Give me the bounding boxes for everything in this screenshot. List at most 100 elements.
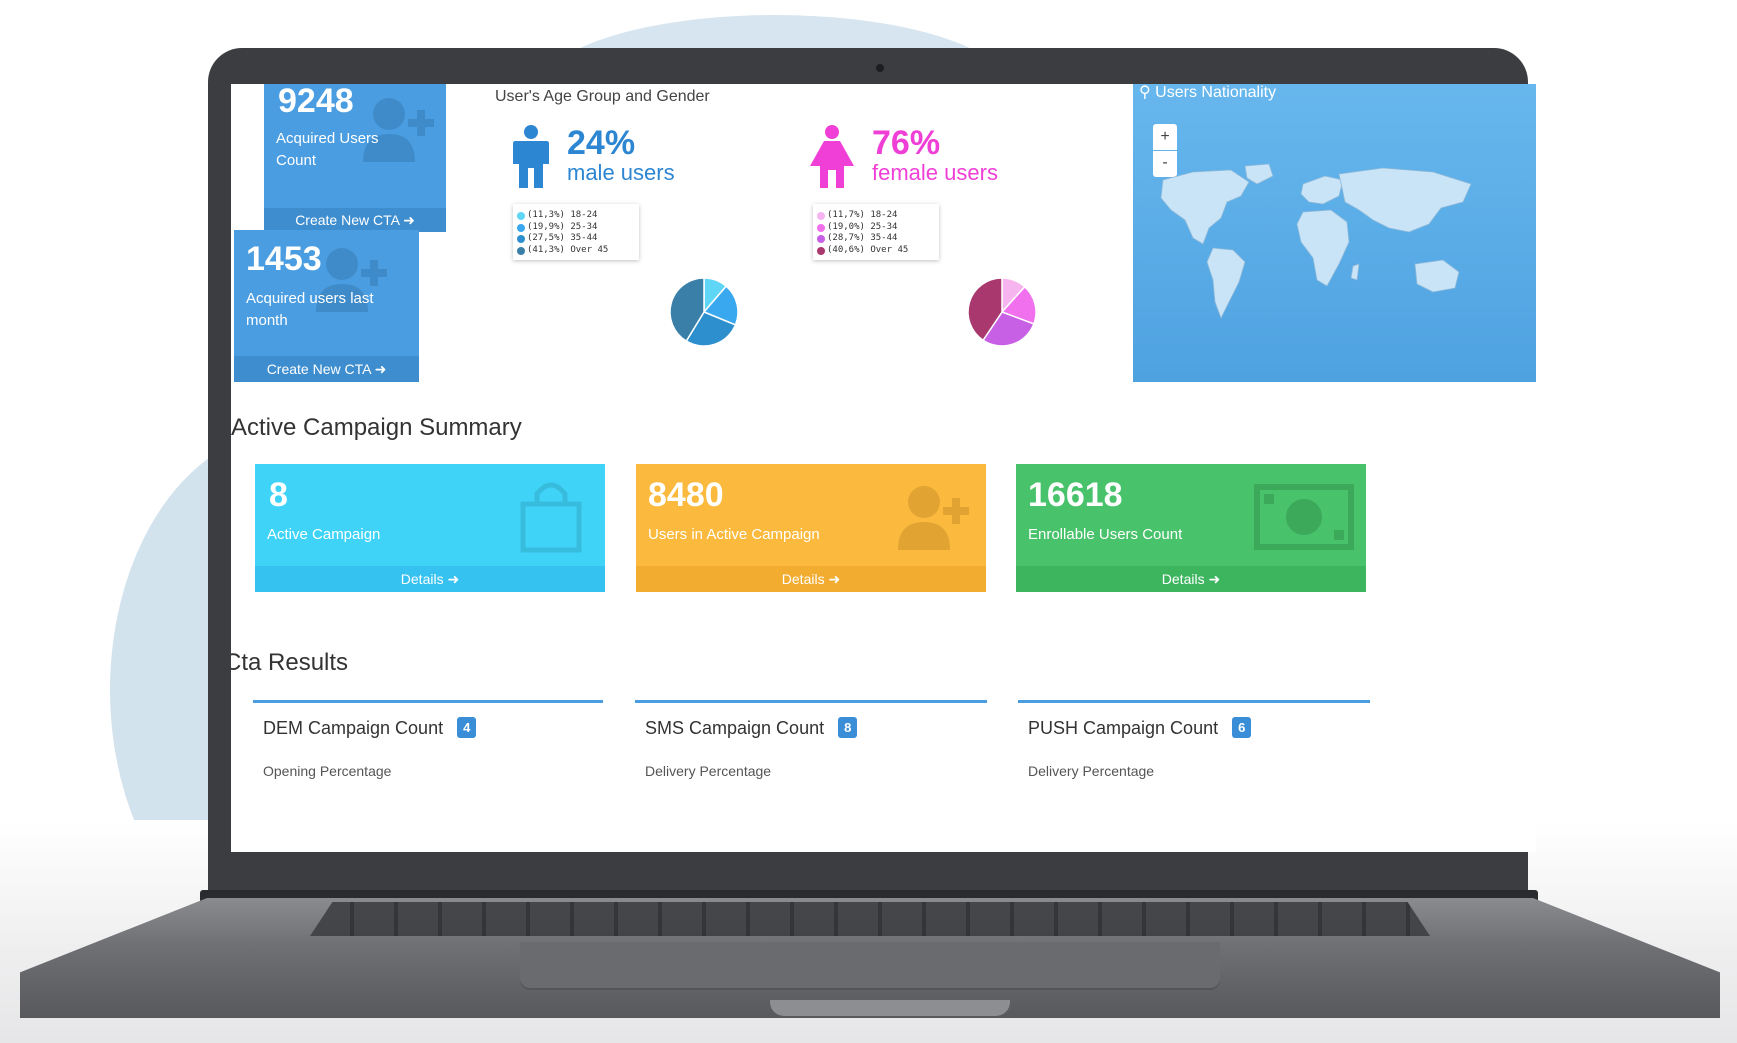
sms-campaign-count-badge: 8 bbox=[838, 717, 858, 738]
africa bbox=[1296, 209, 1350, 287]
male-legend-item: (11,3%) 18-24 bbox=[517, 210, 631, 222]
delivery-percentage-label: Delivery Percentage bbox=[645, 763, 772, 779]
dem-campaign-label: DEM Campaign Count 4 bbox=[263, 717, 477, 739]
male-percent: 24% bbox=[567, 124, 636, 162]
dem-campaign-text: DEM Campaign Count bbox=[263, 718, 444, 738]
push-campaign-label: PUSH Campaign Count 6 bbox=[1028, 717, 1252, 739]
male-legend-swatch bbox=[517, 212, 525, 220]
male-age-legend: (11,3%) 18-24 (19,9%) 25-34 (27,5%) 35-44(… bbox=[513, 204, 639, 260]
shopping-bag-icon bbox=[520, 482, 582, 553]
acquired-last-month-value: 1453 bbox=[246, 240, 322, 278]
male-label: male users bbox=[567, 160, 675, 185]
male-legend-item: (27,5%) 35-44 bbox=[517, 233, 631, 245]
opening-percentage-label: Opening Percentage bbox=[263, 763, 392, 779]
male-legend-swatch bbox=[517, 235, 525, 243]
arrow-circle-icon: ➜ bbox=[403, 212, 415, 228]
male-age-pie-chart bbox=[669, 277, 739, 347]
arrow-circle-icon: ➜ bbox=[374, 361, 387, 377]
keyboard bbox=[310, 902, 1430, 936]
details-button[interactable]: Details ➜ bbox=[255, 566, 605, 592]
push-campaign-text: PUSH Campaign Count bbox=[1028, 718, 1219, 738]
male-legend-label: (27,5%) 35-44 bbox=[527, 233, 598, 243]
female-legend-swatch bbox=[817, 235, 825, 243]
arrow-circle-icon: ➜ bbox=[447, 571, 460, 587]
map-zoom-in-button[interactable]: + bbox=[1153, 124, 1177, 150]
map-title-text: Users Nationality bbox=[1155, 84, 1277, 101]
female-label: female users bbox=[872, 160, 998, 185]
laptop-screen: 9248 Acquired Users Count Create New CTA… bbox=[231, 84, 1536, 852]
enrollable-users-label: Enrollable Users Count bbox=[1028, 526, 1183, 543]
create-cta-button[interactable]: Create New CTA ➜ bbox=[264, 208, 446, 232]
arrow-circle-icon: ➜ bbox=[828, 571, 841, 587]
dem-campaign-count-badge: 4 bbox=[457, 717, 477, 738]
create-cta-label: Create New CTA bbox=[266, 361, 371, 377]
female-legend-item: (11,7%) 18-24 bbox=[817, 210, 931, 222]
male-legend-swatch bbox=[517, 246, 525, 255]
acquired-users-label: Acquired Users Count bbox=[276, 130, 379, 169]
female-legend-label: (11,7%) 18-24 bbox=[827, 210, 898, 220]
female-legend-label: (28,7%) 35-44 bbox=[827, 233, 898, 243]
female-legend-label: (19,0%) 25-34 bbox=[827, 221, 898, 232]
asia bbox=[1338, 167, 1472, 233]
add-user-icon bbox=[898, 486, 969, 550]
female-legend-swatch bbox=[817, 212, 825, 220]
male-legend-label: (19,9%) 25-34 bbox=[527, 221, 598, 232]
australia bbox=[1414, 259, 1460, 293]
create-cta-label: Create New CTA bbox=[295, 212, 400, 228]
male-icon bbox=[513, 125, 549, 188]
enrollable-users-tile: 16618 Enrollable Users Count Details ➜ bbox=[1016, 464, 1366, 592]
sms-campaign-label: SMS Campaign Count 8 bbox=[645, 717, 858, 739]
cta-results-title: Cta Results bbox=[231, 649, 349, 676]
camera-icon bbox=[876, 64, 884, 72]
enrollable-users-value: 16618 bbox=[1028, 476, 1123, 514]
users-in-campaign-label: Users in Active Campaign bbox=[648, 526, 820, 543]
map-title: ⚲ Users Nationality bbox=[1139, 84, 1276, 102]
age-gender-title: User's Age Group and Gender bbox=[495, 88, 710, 105]
female-icon bbox=[810, 125, 854, 188]
nationality-map[interactable]: ⚲ Users Nationality + - bbox=[1133, 84, 1536, 382]
greenland bbox=[1244, 163, 1274, 185]
sms-campaign-text: SMS Campaign Count bbox=[645, 718, 825, 738]
money-icon bbox=[1254, 484, 1354, 550]
female-legend-swatch bbox=[817, 246, 825, 255]
south-america bbox=[1206, 247, 1246, 319]
female-legend-item: (28,7%) 35-44 bbox=[817, 233, 931, 245]
male-legend-label: (41,3%) Over 45 bbox=[527, 244, 609, 255]
map-pin-icon: ⚲ bbox=[1139, 84, 1151, 101]
users-in-campaign-tile: 8480 Users in Active Campaign Details ➜ bbox=[636, 464, 986, 592]
active-campaign-title: Active Campaign Summary bbox=[231, 414, 522, 441]
details-button[interactable]: Details ➜ bbox=[1016, 566, 1366, 592]
male-legend-item: (41,3%) Over 45 bbox=[517, 244, 631, 257]
acquired-last-month-tile: 1453 Acquired users last month Create Ne… bbox=[234, 230, 419, 382]
trackpad bbox=[520, 942, 1220, 990]
male-legend-item: (19,9%) 25-34 bbox=[517, 221, 631, 234]
details-label: Details bbox=[400, 571, 444, 587]
dem-campaign-panel: DEM Campaign Count 4 Opening Percentage bbox=[253, 700, 603, 852]
active-campaign-tile: 8 Active Campaign Details ➜ bbox=[255, 464, 605, 592]
acquired-users-tile: 9248 Acquired Users Count Create New CTA… bbox=[264, 84, 446, 232]
delivery-percentage-label: Delivery Percentage bbox=[1028, 763, 1155, 779]
details-label: Details bbox=[781, 571, 825, 587]
world-map bbox=[1160, 163, 1472, 319]
active-campaign-label: Active Campaign bbox=[267, 526, 381, 543]
north-america bbox=[1160, 169, 1250, 245]
female-legend-item: (19,0%) 25-34 bbox=[817, 221, 931, 234]
arrow-circle-icon: ➜ bbox=[1208, 571, 1221, 587]
laptop-notch bbox=[770, 1000, 1010, 1016]
active-campaign-value: 8 bbox=[269, 476, 288, 514]
female-percent: 76% bbox=[872, 124, 941, 162]
details-button[interactable]: Details ➜ bbox=[636, 566, 986, 592]
europe bbox=[1300, 175, 1344, 205]
push-campaign-count-badge: 6 bbox=[1232, 717, 1252, 738]
female-legend-swatch bbox=[817, 223, 825, 232]
female-legend-item: (40,6%) Over 45 bbox=[817, 245, 931, 257]
acquired-last-month-label: Acquired users last month bbox=[246, 290, 374, 329]
users-in-campaign-value: 8480 bbox=[648, 476, 724, 514]
male-legend-label: (11,3%) 18-24 bbox=[527, 210, 598, 220]
push-campaign-panel: PUSH Campaign Count 6 Delivery Percentage bbox=[1018, 700, 1370, 852]
acquired-users-value: 9248 bbox=[278, 84, 354, 120]
male-legend-swatch bbox=[517, 223, 525, 232]
female-age-legend: (11,7%) 18-24 (19,0%) 25-34 (28,7%) 35-44 (… bbox=[813, 204, 939, 260]
create-cta-button[interactable]: Create New CTA ➜ bbox=[234, 356, 419, 382]
female-age-pie-chart bbox=[967, 277, 1037, 347]
